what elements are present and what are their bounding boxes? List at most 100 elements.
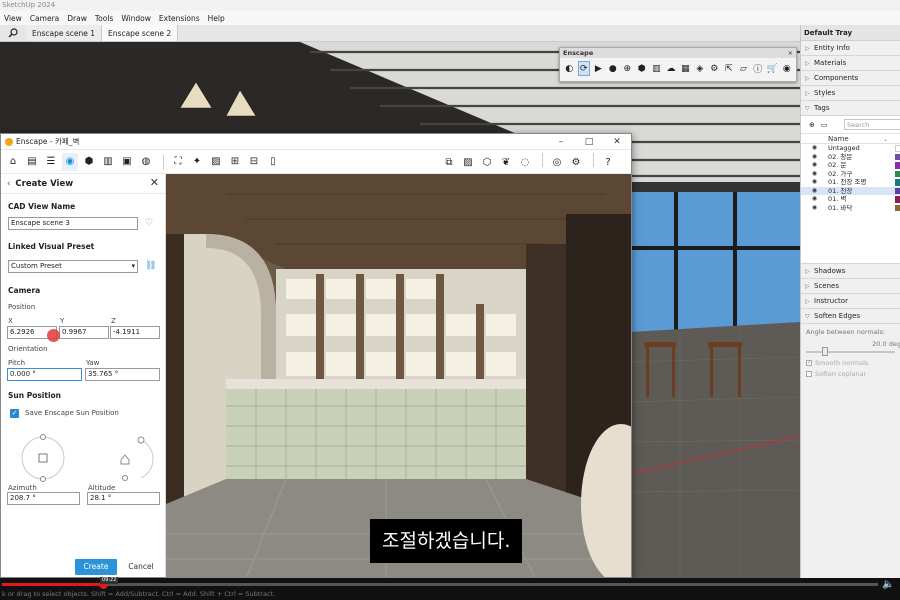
add-icon[interactable]: ⊕ xyxy=(621,61,634,76)
shield-icon[interactable]: ⬢ xyxy=(81,153,97,171)
home-icon[interactable]: ⌂ xyxy=(5,153,21,171)
create-button[interactable]: Create xyxy=(75,559,117,575)
progress-bar[interactable]: 09:22 xyxy=(2,577,878,589)
start-enscape-icon[interactable]: ◐ xyxy=(563,61,576,76)
minimize-icon[interactable]: – xyxy=(547,134,575,150)
yaw-input[interactable]: 35.765 ° xyxy=(85,368,160,381)
scene-tab-2[interactable]: Enscape scene 2 xyxy=(102,25,179,41)
tag-row[interactable]: ◉ 02. 문 xyxy=(801,161,900,170)
building-icon[interactable]: ▥ xyxy=(650,61,663,76)
views-icon[interactable]: ▤ xyxy=(24,153,40,171)
menu-tools[interactable]: Tools xyxy=(91,14,117,23)
panel-scenes[interactable]: ▷ Scenes xyxy=(801,279,900,294)
eye-icon[interactable]: ◉ xyxy=(801,204,828,213)
tag-row[interactable]: ◉ 02. 창문 xyxy=(801,153,900,162)
scene-tab-1[interactable]: Enscape scene 1 xyxy=(26,25,103,41)
panel-shadows[interactable]: ▷ Shadows xyxy=(801,264,900,279)
volume-icon[interactable]: 🔈 xyxy=(882,579,894,590)
panel-instructor[interactable]: ▷ Instructor xyxy=(801,294,900,309)
video-editor-icon[interactable]: ⊟ xyxy=(246,153,262,171)
soften-coplanar-row[interactable]: Soften coplanar xyxy=(806,370,895,378)
map-icon[interactable]: ▣ xyxy=(119,153,135,171)
linked-preset-select[interactable]: Custom Preset ▾ xyxy=(8,260,138,273)
eye-icon[interactable]: ◉ xyxy=(801,144,828,153)
panel-components[interactable]: ▷ Components xyxy=(801,71,900,86)
tags-search-input[interactable]: Search xyxy=(844,119,900,130)
tag-row[interactable]: ◉ 01. 벽 xyxy=(801,195,900,204)
tag-color-swatch[interactable] xyxy=(895,153,900,160)
tags-column-header[interactable]: Name ⌄ xyxy=(801,133,900,144)
menu-window[interactable]: Window xyxy=(117,14,155,23)
wand-icon[interactable]: ✦ xyxy=(189,153,205,171)
panorama-icon[interactable]: ⊞ xyxy=(227,153,243,171)
panel-soften-edges[interactable]: ▽ Soften Edges xyxy=(801,309,900,324)
eye-icon[interactable]: ◉ xyxy=(801,153,828,162)
azimuth-input[interactable]: 208.7 ° xyxy=(7,492,80,505)
capture-icon[interactable]: ⛶ xyxy=(170,153,186,171)
leaf-icon[interactable]: ❦ xyxy=(498,153,514,171)
settings-icon[interactable]: ⚙ xyxy=(568,153,584,171)
help-icon[interactable]: ? xyxy=(600,153,616,171)
asset-library-icon[interactable]: ● xyxy=(607,61,620,76)
panel-entity-info[interactable]: ▷ Entity Info xyxy=(801,41,900,56)
menu-extensions[interactable]: Extensions xyxy=(155,14,204,23)
material-editor-icon[interactable]: ⧉ xyxy=(441,153,457,171)
panel-materials[interactable]: ▷ Materials xyxy=(801,56,900,71)
cad-view-name-input[interactable]: Enscape scene 3 xyxy=(8,217,138,230)
position-y-input[interactable]: 0.9967 xyxy=(59,326,109,339)
eye-icon[interactable]: ◉ xyxy=(801,170,828,179)
tag-color-swatch[interactable] xyxy=(895,204,900,211)
account-icon[interactable]: ◉ xyxy=(781,61,794,76)
menu-help[interactable]: Help xyxy=(204,14,229,23)
eye-icon[interactable]: ◉ xyxy=(801,187,828,196)
close-icon[interactable]: ✕ xyxy=(603,134,631,150)
tag-color-swatch[interactable] xyxy=(895,187,900,194)
export-icon[interactable]: ⇱ xyxy=(723,61,736,76)
tag-row[interactable]: ◉ 01. 천장 조명 xyxy=(801,178,900,187)
soften-coplanar-checkbox[interactable] xyxy=(806,371,812,377)
search-icon[interactable] xyxy=(0,25,26,41)
tag-row[interactable]: ◉ 02. 가구 xyxy=(801,170,900,179)
gear-icon[interactable]: ⚙ xyxy=(708,61,721,76)
image-icon[interactable]: ▨ xyxy=(208,153,224,171)
enscape-render-view[interactable] xyxy=(166,174,631,577)
shield-icon[interactable]: ⬢ xyxy=(636,61,649,76)
cart-icon[interactable]: 🛒 xyxy=(766,61,779,76)
panel-tags[interactable]: ▽ Tags xyxy=(801,101,900,116)
pitch-input[interactable]: 0.000 ° xyxy=(7,368,82,381)
close-icon[interactable]: ✕ xyxy=(150,176,159,189)
live-update-icon[interactable]: ⟳ xyxy=(577,61,591,76)
sun-position-dials[interactable] xyxy=(15,426,165,486)
position-z-input[interactable]: -4.1911 xyxy=(110,326,160,339)
tag-row[interactable]: ◉ Untagged xyxy=(801,144,900,153)
list-icon[interactable]: ☰ xyxy=(43,153,59,171)
panel-styles[interactable]: ▷ Styles xyxy=(801,86,900,101)
tag-color-swatch[interactable] xyxy=(895,170,900,177)
document-icon[interactable]: ▯ xyxy=(265,153,281,171)
tag-row[interactable]: ◉ 01. 천장 xyxy=(801,186,900,196)
cube-icon[interactable]: ⬡ xyxy=(479,153,495,171)
tag-color-swatch[interactable] xyxy=(895,179,900,186)
smooth-normals-row[interactable]: ✓ Smooth normals xyxy=(806,359,895,367)
tag-color-swatch[interactable] xyxy=(895,196,900,203)
angle-slider[interactable] xyxy=(806,347,895,356)
altitude-input[interactable]: 28.1 ° xyxy=(87,492,160,505)
angle-slider-thumb[interactable] xyxy=(822,347,828,356)
vr-icon[interactable]: ◍ xyxy=(138,153,154,171)
menu-draw[interactable]: Draw xyxy=(63,14,91,23)
link-icon[interactable]: ⛓ xyxy=(145,261,156,271)
eye-icon[interactable]: ◉ xyxy=(801,161,828,170)
add-folder-icon[interactable]: ▭ xyxy=(821,121,828,129)
gallery-icon[interactable]: ▨ xyxy=(460,153,476,171)
save-sun-checkbox[interactable]: ✓ xyxy=(10,409,19,418)
heart-icon[interactable]: ♡ xyxy=(145,218,153,228)
ab-icon[interactable]: ◈ xyxy=(694,61,707,76)
eye-icon[interactable]: ◉ xyxy=(801,195,828,204)
video-camera-icon[interactable]: ▶ xyxy=(592,61,605,76)
tag-color-swatch[interactable] xyxy=(895,145,900,152)
menu-view[interactable]: View xyxy=(0,14,26,23)
smooth-normals-checkbox[interactable]: ✓ xyxy=(806,360,812,366)
maximize-icon[interactable]: □ xyxy=(575,134,603,150)
info-icon[interactable]: ⓘ xyxy=(752,61,765,76)
cancel-button[interactable]: Cancel xyxy=(125,559,157,575)
